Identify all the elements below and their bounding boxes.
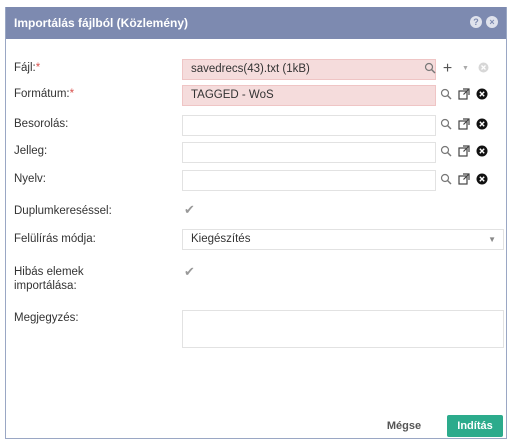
overwrite-mode-value: Kiegészítés — [191, 233, 251, 245]
note-label: Megjegyzés: — [14, 312, 79, 324]
import-dialog: Importálás fájlból (Közlemény) ? × Fájl:… — [5, 7, 507, 439]
open-in-new-icon[interactable] — [456, 87, 471, 103]
format-field[interactable]: TAGGED - WoS — [182, 85, 436, 106]
dialog-titlebar: Importálás fájlból (Közlemény) ? × — [6, 7, 506, 39]
file-field[interactable]: savedrecs(43).txt (1kB) — [182, 59, 436, 80]
search-icon[interactable] — [438, 87, 453, 103]
duplicate-search-label: Duplumkereséssel: — [14, 205, 112, 217]
cancel-button[interactable]: Mégse — [382, 415, 426, 437]
classification-label: Besorolás: — [14, 118, 69, 130]
clear-icon[interactable] — [476, 61, 491, 77]
import-faulty-label: Hibás elemek importálása: — [14, 266, 84, 292]
start-button[interactable]: Indítás — [447, 415, 503, 437]
open-in-new-icon[interactable] — [456, 144, 471, 160]
format-value: TAGGED - WoS — [191, 89, 274, 101]
help-icon[interactable]: ? — [470, 16, 482, 28]
language-field[interactable] — [182, 170, 436, 191]
search-icon[interactable] — [438, 117, 453, 133]
add-icon[interactable]: + — [440, 61, 455, 77]
search-icon[interactable] — [422, 61, 437, 77]
remove-icon[interactable] — [474, 87, 489, 103]
remove-icon[interactable] — [474, 172, 489, 188]
search-icon[interactable] — [438, 144, 453, 160]
open-in-new-icon[interactable] — [456, 172, 471, 188]
character-field[interactable] — [182, 142, 436, 163]
remove-icon[interactable] — [474, 117, 489, 133]
search-icon[interactable] — [438, 172, 453, 188]
file-label: Fájl:* — [14, 62, 41, 74]
file-value: savedrecs(43).txt (1kB) — [191, 63, 310, 75]
note-textarea[interactable] — [182, 310, 504, 348]
open-in-new-icon[interactable] — [456, 117, 471, 133]
format-label: Formátum:* — [14, 88, 75, 100]
dialog-title: Importálás fájlból (Közlemény) — [14, 16, 189, 30]
chevron-down-icon: ▼ — [488, 235, 496, 244]
duplicate-search-checkbox[interactable]: ✔ — [184, 202, 195, 218]
classification-field[interactable] — [182, 115, 436, 136]
character-label: Jelleg: — [14, 145, 48, 157]
import-faulty-checkbox[interactable]: ✔ — [184, 264, 195, 280]
overwrite-mode-select[interactable]: Kiegészítés ▼ — [182, 229, 504, 250]
chevron-down-icon[interactable]: ▼ — [458, 61, 473, 77]
overwrite-mode-label: Felülírás módja: — [14, 233, 96, 245]
language-label: Nyelv: — [14, 173, 46, 185]
close-icon[interactable]: × — [486, 16, 498, 28]
remove-icon[interactable] — [474, 144, 489, 160]
